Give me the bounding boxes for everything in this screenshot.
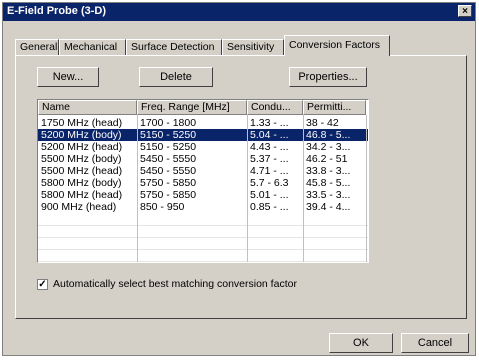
- tab-general[interactable]: General: [15, 39, 59, 55]
- conversion-factor-list[interactable]: Name Freq. Range [MHz] Condu... Permitti…: [37, 99, 369, 263]
- empty-row-line: [38, 249, 368, 250]
- list-cell: 46.8 - 5...: [306, 129, 351, 141]
- list-cell: 33.8 - 3...: [306, 165, 351, 177]
- auto-select-checkbox[interactable]: ✓: [37, 279, 48, 290]
- list-cell: 4.71 - ...: [250, 165, 289, 177]
- delete-button[interactable]: Delete: [139, 67, 213, 87]
- list-cell: 5200 MHz (head): [41, 141, 123, 153]
- list-cell: 5200 MHz (body): [41, 129, 122, 141]
- column-divider: [137, 115, 138, 262]
- column-divider: [366, 115, 367, 262]
- list-item[interactable]: 5800 MHz (head) 5750 - 5850 5.01 - ... 33.5…: [38, 189, 368, 201]
- list-cell: 5800 MHz (head): [41, 189, 123, 201]
- ok-button[interactable]: OK: [329, 333, 393, 353]
- list-cell: 1750 MHz (head): [41, 117, 123, 129]
- list-item[interactable]: 5200 MHz (head) 5150 - 5250 4.43 - ... 34.2…: [38, 141, 368, 153]
- list-cell: 5500 MHz (body): [41, 153, 122, 165]
- list-item[interactable]: 1750 MHz (head) 1700 - 1800 1.33 - ... 38 -…: [38, 117, 368, 129]
- column-divider: [303, 115, 304, 262]
- list-cell: 46.2 - 51: [306, 153, 348, 165]
- list-item[interactable]: 5500 MHz (body) 5450 - 5550 5.37 - ... 46.2…: [38, 153, 368, 165]
- list-cell: 1.33 - ...: [250, 117, 289, 129]
- tab-mechanical[interactable]: Mechanical: [59, 39, 126, 55]
- empty-row-line: [38, 261, 368, 262]
- close-icon[interactable]: ×: [458, 5, 472, 17]
- list-item[interactable]: 900 MHz (head) 850 - 950 0.85 - ... 39.4 - …: [38, 201, 368, 213]
- list-cell: 34.2 - 3...: [306, 141, 351, 153]
- list-cell: 38 - 42: [306, 117, 339, 129]
- list-cell: 5150 - 5250: [140, 129, 197, 141]
- list-cell: 39.4 - 4...: [306, 201, 351, 213]
- new-button[interactable]: New...: [37, 67, 99, 87]
- list-cell: 5450 - 5550: [140, 153, 197, 165]
- list-cell: 1700 - 1800: [140, 117, 197, 129]
- list-cell: 5150 - 5250: [140, 141, 197, 153]
- list-cell: 850 - 950: [140, 201, 185, 213]
- list-cell: 5500 MHz (head): [41, 165, 123, 177]
- list-cell: 4.43 - ...: [250, 141, 289, 153]
- title-bar[interactable]: E-Field Probe (3-D) ×: [3, 3, 475, 21]
- list-cell: 5450 - 5550: [140, 165, 197, 177]
- tab-sensitivity[interactable]: Sensitivity: [222, 39, 284, 55]
- column-header-permittivity[interactable]: Permitti...: [303, 100, 366, 115]
- column-header-freq-range[interactable]: Freq. Range [MHz]: [137, 100, 247, 115]
- list-cell: 45.8 - 5...: [306, 177, 351, 189]
- tab-surface-detection[interactable]: Surface Detection: [126, 39, 222, 55]
- column-divider: [247, 115, 248, 262]
- list-cell: 5800 MHz (body): [41, 177, 122, 189]
- list-cell: 900 MHz (head): [41, 201, 117, 213]
- list-cell: 5.37 - ...: [250, 153, 289, 165]
- dialog-window: E-Field Probe (3-D) × General Mechanical…: [2, 2, 476, 356]
- list-cell: 5750 - 5850: [140, 177, 197, 189]
- cancel-button[interactable]: Cancel: [401, 333, 469, 353]
- window-title: E-Field Probe (3-D): [7, 5, 107, 17]
- list-item[interactable]: 5500 MHz (head) 5450 - 5550 4.71 - ... 33.8…: [38, 165, 368, 177]
- auto-select-label: Automatically select best matching conve…: [53, 278, 297, 290]
- column-header-conductivity[interactable]: Condu...: [247, 100, 303, 115]
- list-cell: 5750 - 5850: [140, 189, 197, 201]
- empty-row-line: [38, 237, 368, 238]
- list-cell: 33.5 - 3...: [306, 189, 351, 201]
- tab-conversion-factors[interactable]: Conversion Factors: [284, 35, 390, 56]
- list-item[interactable]: 5800 MHz (body) 5750 - 5850 5.7 - 6.3 45.8 …: [38, 177, 368, 189]
- empty-row-line: [38, 225, 368, 226]
- list-cell: 5.04 - ...: [250, 129, 289, 141]
- list-item[interactable]: 5200 MHz (body) 5150 - 5250 5.04 - ... 46.8…: [38, 129, 368, 141]
- list-cell: 0.85 - ...: [250, 201, 289, 213]
- list-cell: 5.7 - 6.3: [250, 177, 289, 189]
- list-cell: 5.01 - ...: [250, 189, 289, 201]
- properties-button[interactable]: Properties...: [289, 67, 367, 87]
- column-header-name[interactable]: Name: [38, 100, 137, 115]
